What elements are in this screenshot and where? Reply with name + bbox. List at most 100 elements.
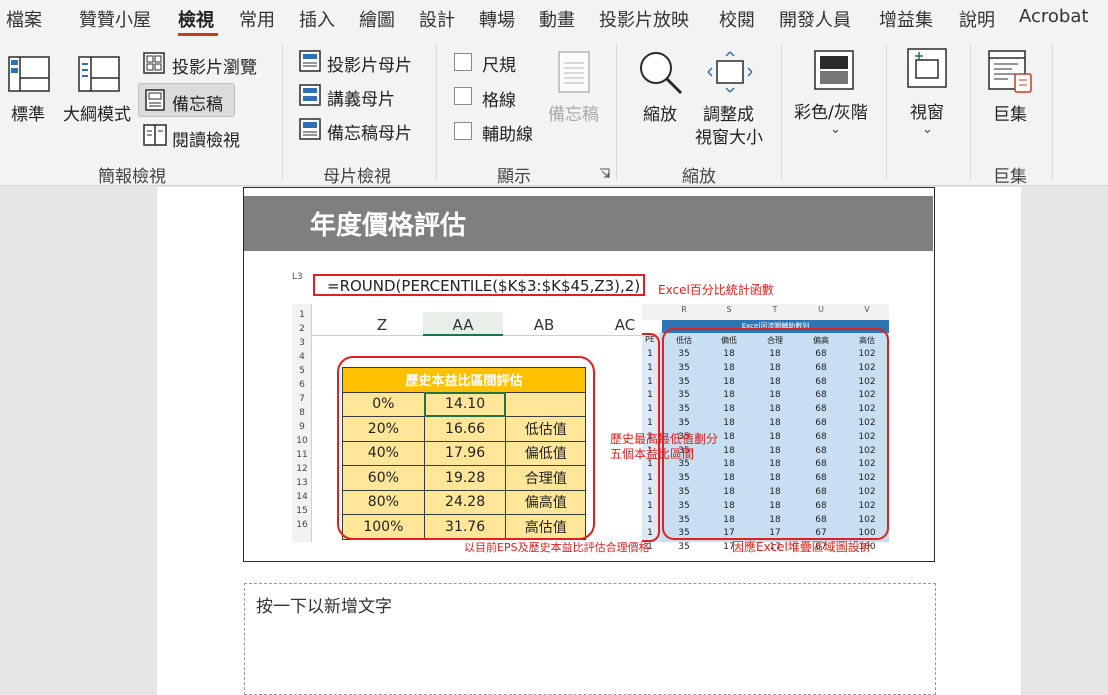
reading-view-label[interactable]: 閱讀檢視: [172, 126, 240, 151]
normal-view-label[interactable]: 標準: [11, 100, 45, 125]
notes-placeholder-text: 按一下以新增文字: [256, 597, 392, 617]
guides-checkbox[interactable]: [454, 122, 472, 140]
notes-master-icon[interactable]: [299, 118, 321, 140]
column-letter: R: [681, 305, 687, 314]
active-tab-indicator: [178, 33, 218, 36]
notes-placeholder[interactable]: 按一下以新增文字: [244, 583, 936, 695]
window-label[interactable]: 視窗: [910, 98, 944, 123]
tab-insert[interactable]: 插入: [299, 6, 335, 32]
handout-master-label[interactable]: 講義母片: [327, 85, 395, 110]
row-number: 7: [299, 394, 305, 404]
macros-label[interactable]: 巨集: [993, 100, 1027, 125]
tab-file[interactable]: 檔案: [6, 6, 42, 32]
tab-help[interactable]: 說明: [959, 6, 995, 32]
ruler-label[interactable]: 尺規: [482, 51, 516, 76]
zoom-label[interactable]: 縮放: [643, 100, 677, 125]
column-letter: S: [726, 305, 732, 314]
group-label-show: 顯示: [497, 167, 531, 187]
tab-draw[interactable]: 繪圖: [359, 6, 395, 32]
formula-bar: =ROUND(PERCENTILE($K$3:$K$45,Z3),2): [313, 274, 645, 296]
tab-review[interactable]: 校閱: [719, 6, 755, 32]
column-header-ab: AB: [533, 316, 555, 334]
row-number: 16: [296, 520, 308, 530]
row-number: 4: [299, 352, 305, 362]
fit-to-window-icon[interactable]: [707, 51, 753, 93]
handout-master-icon[interactable]: [299, 84, 321, 106]
notes-page-icon[interactable]: [145, 89, 165, 111]
tab-transitions[interactable]: 轉場: [479, 6, 515, 32]
slide-sorter-icon[interactable]: [143, 52, 165, 74]
guides-label[interactable]: 輔助線: [482, 120, 533, 145]
chevron-down-icon[interactable]: ⌄: [830, 122, 841, 137]
group-label-presentation-views: 簡報檢視: [98, 167, 166, 187]
gridlines-label[interactable]: 格線: [482, 86, 516, 111]
group-separator: [616, 44, 617, 180]
highlight-outline: [337, 356, 595, 540]
excel-screenshot-picture: L3 =ROUND(PERCENTILE($K$3:$K$45,Z3),2) E…: [292, 268, 889, 554]
column-letter: T: [772, 305, 778, 314]
annotation-range-split-2: 五個本益比區間: [610, 447, 695, 461]
column-letter: U: [818, 305, 824, 314]
row-number: 15: [296, 506, 308, 516]
group-separator: [436, 44, 437, 180]
row-number: 14: [296, 492, 308, 502]
normal-view-icon[interactable]: [8, 56, 50, 92]
annotation-percentile-function: Excel百分比統計函數: [658, 283, 774, 297]
annotation-stacked-area: 因應Excel堆疊區域圖設計: [732, 540, 872, 554]
tab-developer[interactable]: 開發人員: [779, 6, 851, 32]
row-number: 6: [299, 380, 305, 390]
zoom-icon[interactable]: [638, 50, 684, 96]
group-separator: [886, 44, 887, 180]
fit-to-window-label-2[interactable]: 視窗大小: [695, 123, 763, 148]
name-box: L3: [292, 272, 303, 282]
group-separator: [282, 44, 283, 180]
tab-animations[interactable]: 動畫: [539, 6, 575, 32]
gridlines-checkbox[interactable]: [454, 87, 472, 105]
slide-sorter-label[interactable]: 投影片瀏覽: [172, 53, 257, 78]
helper-table-cell: 35: [678, 542, 690, 553]
row-number: 13: [296, 478, 308, 488]
row-number: 11: [296, 450, 308, 460]
row-number: 5: [299, 366, 305, 376]
row-number: 9: [299, 422, 305, 432]
tab-view[interactable]: 檢視: [178, 6, 214, 32]
dialog-launcher-icon[interactable]: [599, 168, 610, 179]
color-grayscale-icon[interactable]: [814, 50, 854, 90]
column-header-aa: AA: [452, 316, 474, 334]
row-number: 12: [296, 464, 308, 474]
fit-to-window-label-1[interactable]: 調整成: [703, 100, 754, 125]
ribbon: 標準 大綱模式 投影片瀏覽 備忘稿 閱讀檢視 簡報檢視 投影片母片 講義母片 備…: [0, 38, 1108, 187]
tab-zanzan[interactable]: 贊贊小屋: [79, 6, 151, 32]
tab-addins[interactable]: 增益集: [879, 6, 933, 32]
ruler-checkbox[interactable]: [454, 53, 472, 71]
outline-view-icon[interactable]: [78, 56, 120, 92]
reading-view-icon[interactable]: [143, 124, 167, 146]
outline-view-label[interactable]: 大綱模式: [63, 100, 131, 125]
slide-master-icon[interactable]: [299, 50, 321, 72]
row-number: 3: [299, 338, 305, 348]
ribbon-tab-bar: 檔案 贊贊小屋 檢視 常用 插入 繪圖 設計 轉場 動畫 投影片放映 校閱 開發…: [0, 0, 1108, 38]
annotation-eps-valuation: 以目前EPS及歷史本益比評估合理價格: [464, 541, 650, 554]
group-label-macros: 巨集: [993, 167, 1027, 187]
tab-acrobat[interactable]: Acrobat: [1019, 6, 1088, 27]
column-letter: V: [864, 305, 870, 314]
river-chart-helper-table: R S T U V Excel河流圖輔助數列 PE 低估 偏低 合理 偏高 高估…: [642, 304, 889, 552]
row-number: 10: [296, 436, 308, 446]
macros-icon[interactable]: [988, 50, 1034, 94]
notes-pane-icon: [558, 51, 590, 93]
window-icon[interactable]: [907, 48, 947, 88]
row-number: 1: [299, 310, 305, 320]
tab-slideshow[interactable]: 投影片放映: [599, 6, 689, 32]
column-header-z: Z: [376, 316, 388, 334]
row-number: 2: [299, 324, 305, 334]
slide-master-label[interactable]: 投影片母片: [327, 51, 412, 76]
chevron-down-icon[interactable]: ⌄: [922, 122, 933, 137]
notes-master-label[interactable]: 備忘稿母片: [327, 119, 412, 144]
tab-home[interactable]: 常用: [239, 6, 275, 32]
notes-page-label[interactable]: 備忘稿: [172, 90, 223, 115]
color-grayscale-label[interactable]: 彩色/灰階: [794, 98, 868, 123]
tab-design[interactable]: 設計: [419, 6, 455, 32]
slide-title: 年度價格評估: [310, 211, 467, 241]
formula-text: =ROUND(PERCENTILE($K$3:$K$45,Z3),2): [327, 277, 641, 295]
slide-thumbnail[interactable]: 年度價格評估 L3 =ROUND(PERCENTILE($K$3:$K$45,Z…: [243, 187, 935, 562]
